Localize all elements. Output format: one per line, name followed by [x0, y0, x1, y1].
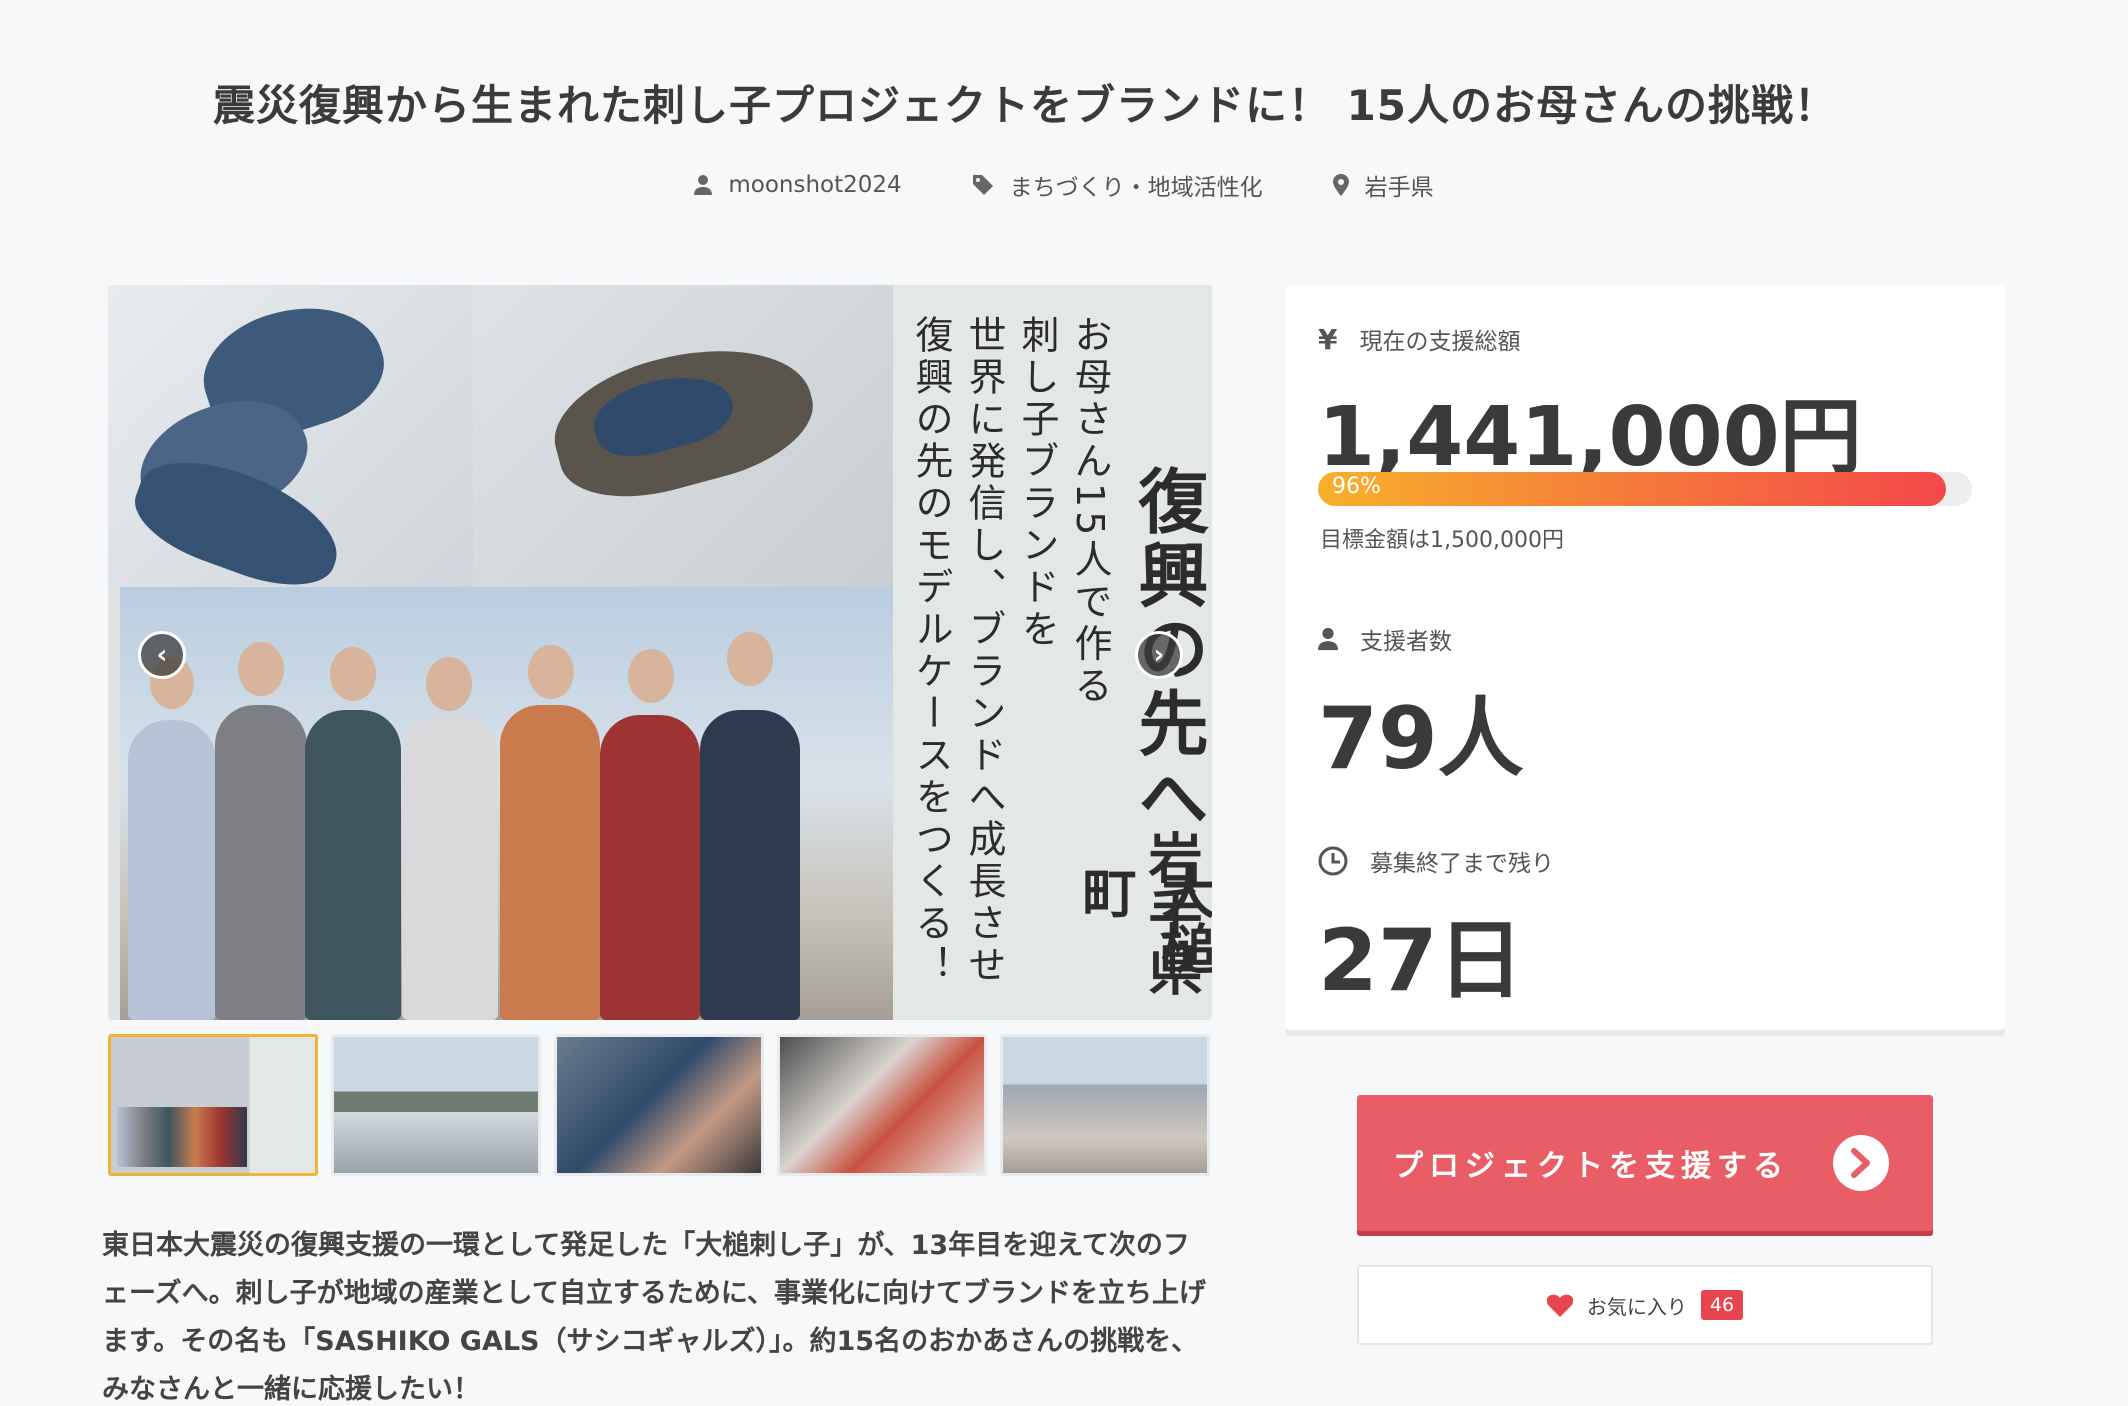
favorite-count-badge: 46 — [1700, 1290, 1744, 1320]
hero-line-2: 刺し子ブランドを — [1015, 315, 1059, 651]
group-photo — [120, 587, 893, 1020]
remaining-label-row: 募集終了まで残り — [1318, 844, 1554, 878]
chevron-right-icon — [1833, 1135, 1889, 1191]
map-pin-icon — [1332, 174, 1349, 196]
shoes-photo — [108, 285, 473, 604]
sneaker-photo — [473, 285, 893, 587]
project-description: 東日本大震災の復興支援の一環として発足した「大槌刺し子」が、13年目を迎えて次の… — [102, 1230, 1207, 1405]
project-page: 震災復興から生まれた刺し子プロジェクトをブランドに！ 15人のお母さんの挑戦！ … — [0, 0, 2128, 1406]
backers-label: 支援者数 — [1360, 629, 1452, 655]
remaining-days: 27日 — [1318, 911, 1524, 1011]
hero-line-3: 世界に発信し、ブランドへ成長させ — [962, 315, 1006, 987]
hero-line-4: 復興の先のモデルケースをつくる！ — [909, 315, 953, 987]
author-name: moonshot2024 — [728, 172, 902, 198]
chevron-left-icon: ‹ — [156, 640, 168, 670]
support-button-label: プロジェクトを支援する — [1393, 1149, 1789, 1184]
category-meta[interactable]: まちづくり・地域活性化 — [972, 168, 1263, 202]
project-meta: moonshot2024 まちづくり・地域活性化 岩手県 — [0, 168, 2128, 202]
backers-count: 79人 — [1318, 689, 1524, 789]
page-title: 震災復興から生まれた刺し子プロジェクトをブランドに！ 15人のお母さんの挑戦！ — [212, 81, 1838, 130]
prev-slide-button[interactable]: ‹ — [138, 631, 186, 679]
author-meta[interactable]: moonshot2024 — [694, 168, 902, 202]
location-meta[interactable]: 岩手県 — [1332, 168, 1434, 202]
remaining-label: 募集終了まで残り — [1370, 851, 1554, 877]
location-name: 岩手県 — [1364, 175, 1434, 201]
thumbnail-5[interactable] — [1000, 1034, 1210, 1176]
next-slide-button[interactable]: › — [1135, 631, 1183, 679]
thumbnail-3[interactable] — [554, 1034, 764, 1176]
thumbnail-1[interactable] — [108, 1034, 318, 1176]
thumbnail-2[interactable] — [331, 1034, 541, 1176]
heart-icon — [1546, 1294, 1573, 1317]
hero-image[interactable]: 復興の先へ お母さん15人で作る 刺し子ブランドを 世界に発信し、ブランドへ成長… — [108, 285, 1212, 1020]
yen-icon: ¥ — [1318, 322, 1338, 356]
thumbnail-4[interactable] — [777, 1034, 987, 1176]
progress-percent: 96% — [1332, 474, 1381, 499]
user-icon — [1318, 627, 1338, 651]
progress-bar: 96% — [1318, 472, 1972, 506]
favorite-button[interactable]: お気に入り 46 — [1357, 1265, 1933, 1345]
clock-icon — [1318, 846, 1348, 876]
favorite-label: お気に入り — [1586, 1294, 1687, 1319]
total-label-row: ¥ 現在の支援総額 — [1318, 322, 1520, 356]
chevron-right-icon: › — [1153, 640, 1165, 670]
progress-fill — [1318, 472, 1946, 506]
category-name: まちづくり・地域活性化 — [1009, 175, 1263, 201]
hero-line-1: お母さん15人で作る — [1068, 315, 1112, 708]
thumbnail-strip — [108, 1034, 1212, 1176]
tag-icon — [972, 175, 993, 195]
support-project-button[interactable]: プロジェクトを支援する — [1357, 1095, 1933, 1231]
total-label: 現在の支援総額 — [1359, 329, 1521, 355]
user-icon — [694, 175, 713, 195]
hero-place-town: 大槌町 — [1073, 865, 1212, 977]
backers-label-row: 支援者数 — [1318, 622, 1452, 656]
goal-amount: 目標金額は1,500,000円 — [1320, 528, 1564, 553]
